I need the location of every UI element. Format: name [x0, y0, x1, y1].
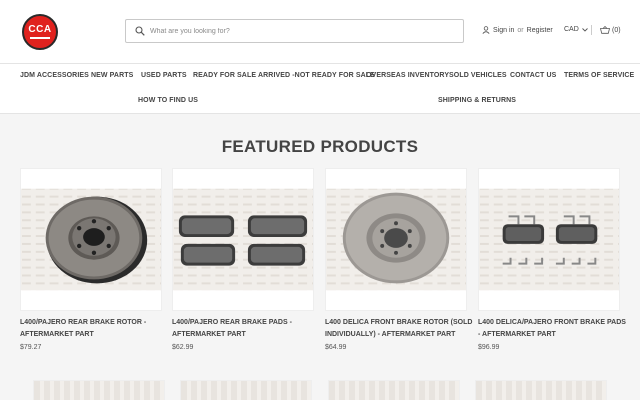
cart-icon — [600, 26, 610, 34]
product-image[interactable] — [478, 168, 620, 311]
cart-link[interactable]: (0) — [600, 26, 621, 34]
product-price: $64.99 — [325, 344, 347, 351]
nav-item-contact-us[interactable]: CONTACT US — [510, 72, 556, 79]
sign-in-link[interactable]: Sign in — [493, 27, 514, 34]
product-card[interactable]: L400 DELICA FRONT BRAKE ROTOR (SOLD INDI… — [325, 168, 475, 351]
product-image[interactable] — [20, 168, 162, 311]
brake-pads-icon — [479, 188, 619, 291]
product-image-partial[interactable] — [180, 380, 312, 400]
logo-underline — [30, 37, 50, 39]
product-price: $62.99 — [172, 344, 194, 351]
featured-products-heading: FEATURED PRODUCTS — [221, 137, 419, 156]
product-price: $79.27 — [20, 344, 42, 351]
search-icon — [135, 26, 145, 36]
product-card[interactable]: L400/PAJERO REAR BRAKE PADS - AFTERMARKE… — [172, 168, 322, 351]
nav-item-used-parts[interactable]: USED PARTS — [141, 72, 187, 79]
logo-text: CCA — [28, 24, 52, 35]
product-name[interactable]: L400/PAJERO REAR BRAKE ROTOR - AFTERMARK… — [20, 317, 170, 341]
nav-item-shipping-returns[interactable]: SHIPPING & RETURNS — [438, 97, 516, 104]
search-bar[interactable] — [125, 19, 464, 43]
or-text: or — [517, 26, 524, 34]
currency-selector[interactable]: CAD — [564, 26, 588, 33]
nav-item-ready-for-sale[interactable]: READY FOR SALE — [193, 72, 256, 79]
nav-item-jdm-accessories[interactable]: JDM ACCESSORIES — [20, 72, 89, 79]
brake-rotor-icon — [21, 188, 161, 291]
nav-item-how-to-find-us[interactable]: HOW TO FIND US — [138, 97, 198, 104]
chevron-down-icon — [581, 27, 588, 32]
product-image-partial[interactable] — [328, 380, 460, 400]
nav-item-overseas-inventory[interactable]: OVERSEAS INVENTORY — [366, 72, 449, 79]
nav-item-arrived-not-ready[interactable]: ARRIVED -NOT READY FOR SALE — [258, 72, 375, 79]
nav-item-sold-vehicles[interactable]: SOLD VEHICLES — [449, 72, 507, 79]
product-name[interactable]: L400 DELICA/PAJERO FRONT BRAKE PADS - AF… — [478, 317, 628, 341]
product-image[interactable] — [325, 168, 467, 311]
account-links: Sign in or Register — [482, 26, 553, 34]
site-header: CCA Sign in or Register CAD (0) — [0, 0, 640, 63]
register-link[interactable]: Register — [527, 27, 553, 34]
product-image[interactable] — [172, 168, 314, 311]
product-image-partial[interactable] — [475, 380, 607, 400]
product-card[interactable]: L400/PAJERO REAR BRAKE ROTOR - AFTERMARK… — [20, 168, 170, 351]
brake-pads-icon — [173, 188, 313, 291]
store-logo[interactable]: CCA — [22, 14, 58, 50]
product-name[interactable]: L400/PAJERO REAR BRAKE PADS - AFTERMARKE… — [172, 317, 322, 341]
main-navigation: JDM ACCESSORIES NEW PARTS USED PARTS REA… — [0, 63, 640, 114]
header-divider — [591, 25, 592, 35]
brake-rotor-icon — [326, 188, 466, 291]
nav-item-new-parts[interactable]: NEW PARTS — [91, 72, 133, 79]
product-price: $96.99 — [478, 344, 500, 351]
cart-count: (0) — [612, 26, 621, 34]
product-card[interactable]: L400 DELICA/PAJERO FRONT BRAKE PADS - AF… — [478, 168, 628, 351]
product-name[interactable]: L400 DELICA FRONT BRAKE ROTOR (SOLD INDI… — [325, 317, 475, 341]
nav-item-terms-of-service[interactable]: TERMS OF SERVICE — [564, 72, 634, 79]
user-icon — [482, 26, 490, 34]
currency-label: CAD — [564, 26, 579, 33]
product-image-partial[interactable] — [33, 380, 165, 400]
search-input[interactable] — [150, 27, 450, 35]
